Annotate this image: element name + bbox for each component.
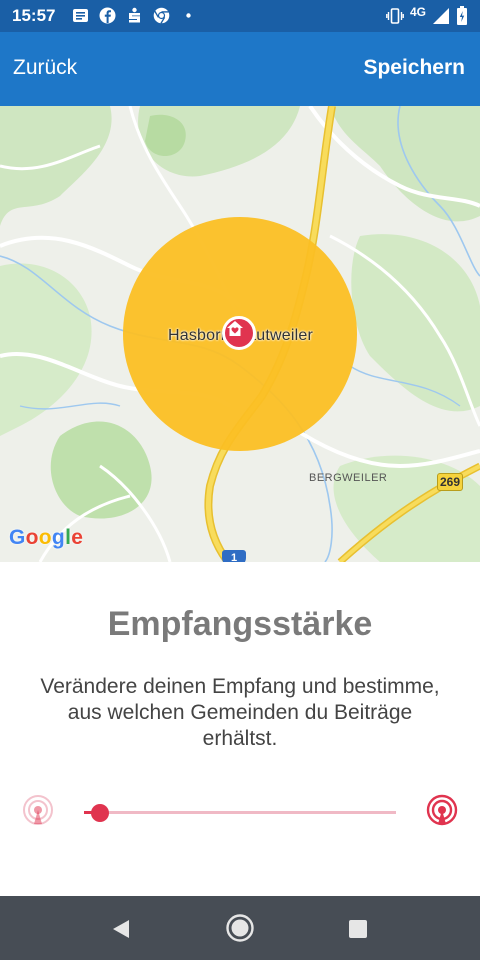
- forest-area: [330, 106, 480, 222]
- dot-icon: [186, 13, 191, 18]
- road-shield: 269: [437, 473, 463, 491]
- reception-slider: [0, 790, 480, 836]
- status-bar: 15:57 4G: [0, 0, 480, 32]
- forest-area: [50, 421, 152, 519]
- description-text: Verändere deinen Empfang und bestimme, a…: [40, 675, 440, 750]
- page-title: Empfangsstärke: [107, 605, 373, 643]
- home-marker[interactable]: [222, 316, 256, 350]
- message-icon: [73, 9, 88, 22]
- app-bar: Zurück Speichern: [0, 32, 480, 106]
- battery-icon: [457, 6, 467, 25]
- recents-square-icon[interactable]: [348, 919, 368, 939]
- forest-area: [0, 263, 92, 436]
- signal-weak-icon[interactable]: [20, 794, 56, 830]
- google-logo: Google: [9, 526, 84, 549]
- facebook-icon: [99, 7, 116, 24]
- chrome-icon: [153, 7, 170, 24]
- save-button[interactable]: Speichern: [363, 56, 465, 80]
- village-label: BERGWEILER: [309, 472, 388, 484]
- reception-settings: Empfangsstärke Verändere deinen Empfang …: [0, 562, 480, 896]
- back-triangle-icon[interactable]: [110, 918, 132, 940]
- home-heart-icon: [227, 321, 243, 336]
- system-icons: 4G: [386, 5, 468, 26]
- network-type: 4G: [409, 5, 426, 19]
- signal-icon: [433, 8, 449, 24]
- forest-area: [0, 106, 112, 226]
- system-nav-bar: [0, 896, 480, 960]
- notification-icons: [72, 7, 197, 24]
- map-view[interactable]: Hasborn-Dautweiler BERGWEILER 269 1 Goog…: [0, 106, 480, 562]
- sparkasse-icon: [129, 7, 140, 23]
- slider-thumb[interactable]: [91, 804, 109, 822]
- slider-track[interactable]: [84, 804, 396, 822]
- motorway-shield: 1: [222, 550, 246, 562]
- back-button[interactable]: Zurück: [13, 56, 77, 80]
- status-time: 15:57: [12, 6, 56, 25]
- vibrate-icon: [386, 8, 404, 24]
- home-circle-icon[interactable]: [225, 913, 255, 943]
- signal-strong-icon[interactable]: [424, 794, 460, 830]
